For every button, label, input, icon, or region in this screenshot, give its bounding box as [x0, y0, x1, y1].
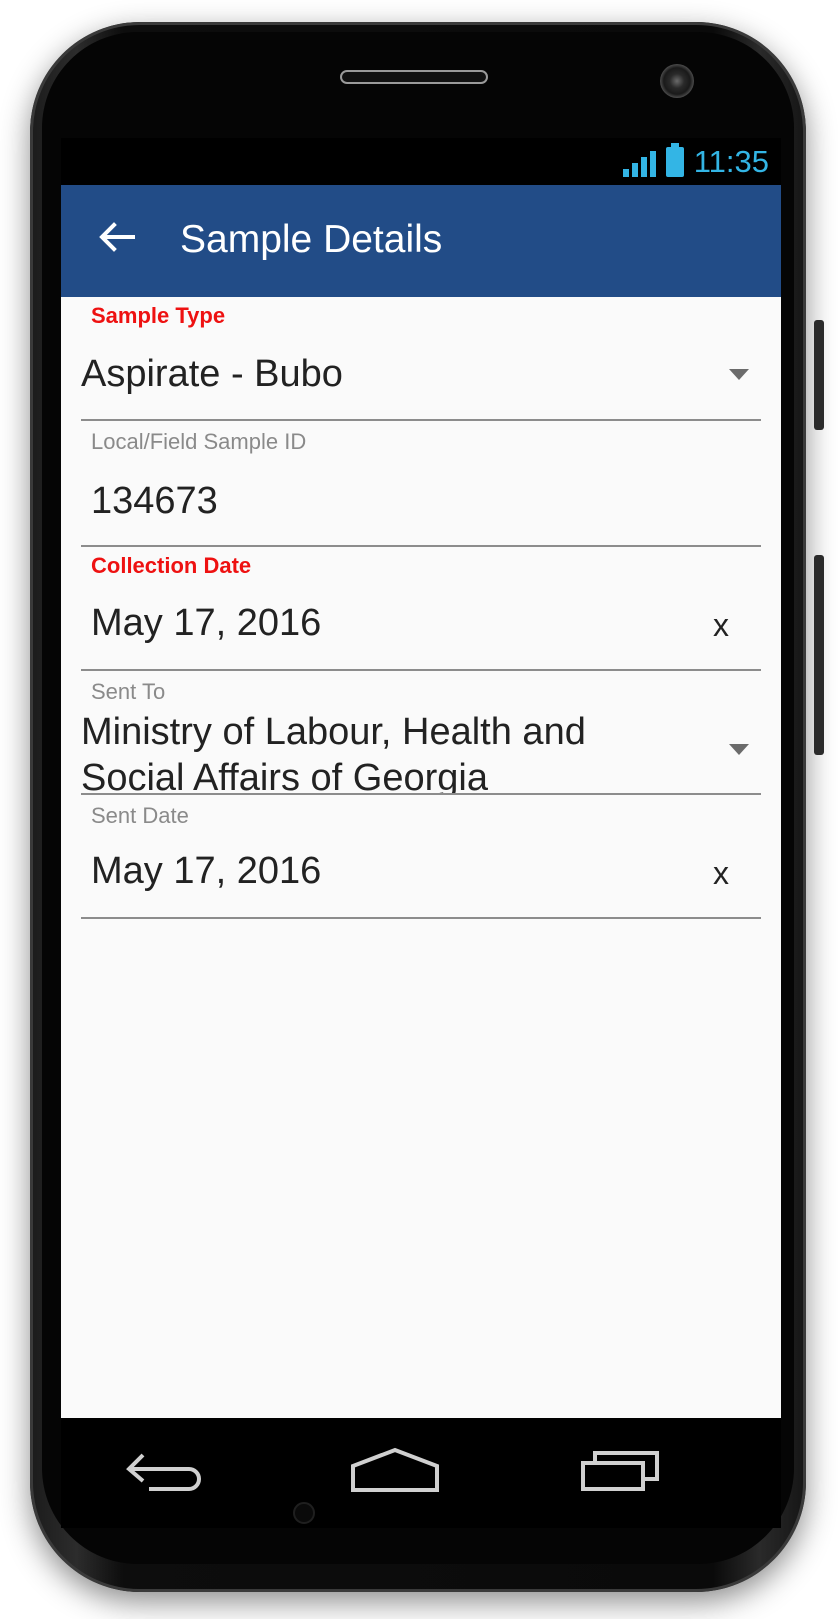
- home-sensor: [293, 1502, 315, 1524]
- collection-date-clear-button[interactable]: x: [713, 607, 729, 644]
- back-button[interactable]: [89, 209, 145, 265]
- sent-date-field[interactable]: Sent Date May 17, 2016 x: [81, 795, 761, 919]
- sample-type-value: Aspirate - Bubo: [81, 353, 343, 395]
- front-camera: [660, 64, 694, 98]
- arrow-left-icon: [99, 222, 135, 252]
- collection-date-field[interactable]: Collection Date May 17, 2016 x: [81, 547, 761, 671]
- local-field-sample-id-label: Local/Field Sample ID: [91, 429, 307, 454]
- navigation-bar: [61, 1418, 781, 1528]
- nav-home-button[interactable]: [349, 1436, 441, 1506]
- speaker-grille: [340, 70, 488, 84]
- nav-back-icon: [126, 1453, 201, 1491]
- status-indicators: 11:35: [622, 138, 769, 185]
- local-field-sample-id-input: 134673: [91, 480, 218, 522]
- page-title: Sample Details: [180, 218, 443, 261]
- status-time: 11:35: [693, 143, 769, 179]
- nav-recents-button[interactable]: [579, 1436, 663, 1506]
- chevron-down-icon: [729, 369, 749, 380]
- battery-icon: [665, 142, 684, 177]
- volume-button: [814, 555, 824, 755]
- chevron-down-icon: [729, 744, 749, 755]
- nav-back-button[interactable]: [121, 1436, 213, 1506]
- sent-to-label: Sent To: [91, 679, 166, 704]
- local-field-sample-id-field[interactable]: Local/Field Sample ID 134673: [81, 421, 761, 547]
- sent-date-label: Sent Date: [91, 803, 189, 828]
- screen: 11:35 Sample Details Sample Type Aspirat…: [61, 138, 781, 1418]
- collection-date-value: May 17, 2016: [91, 602, 322, 644]
- sample-type-field[interactable]: Sample Type Aspirate - Bubo: [81, 297, 761, 421]
- sent-to-value-line1: Ministry of Labour, Health and: [81, 711, 586, 753]
- signal-icon: [622, 147, 656, 177]
- collection-date-label: Collection Date: [91, 553, 252, 578]
- power-button: [814, 320, 824, 430]
- sent-to-field[interactable]: Sent To Ministry of Labour, Health and S…: [81, 671, 761, 795]
- nav-recents-icon: [581, 1451, 659, 1491]
- app-bar: Sample Details: [61, 185, 781, 297]
- sent-to-value-line2: Social Affairs of Georgia: [81, 757, 488, 795]
- sent-date-value: May 17, 2016: [91, 850, 322, 892]
- status-bar: 11:35: [61, 138, 781, 185]
- nav-home-icon: [351, 1447, 439, 1492]
- sent-date-clear-button[interactable]: x: [713, 855, 729, 892]
- sample-type-label: Sample Type: [91, 303, 226, 328]
